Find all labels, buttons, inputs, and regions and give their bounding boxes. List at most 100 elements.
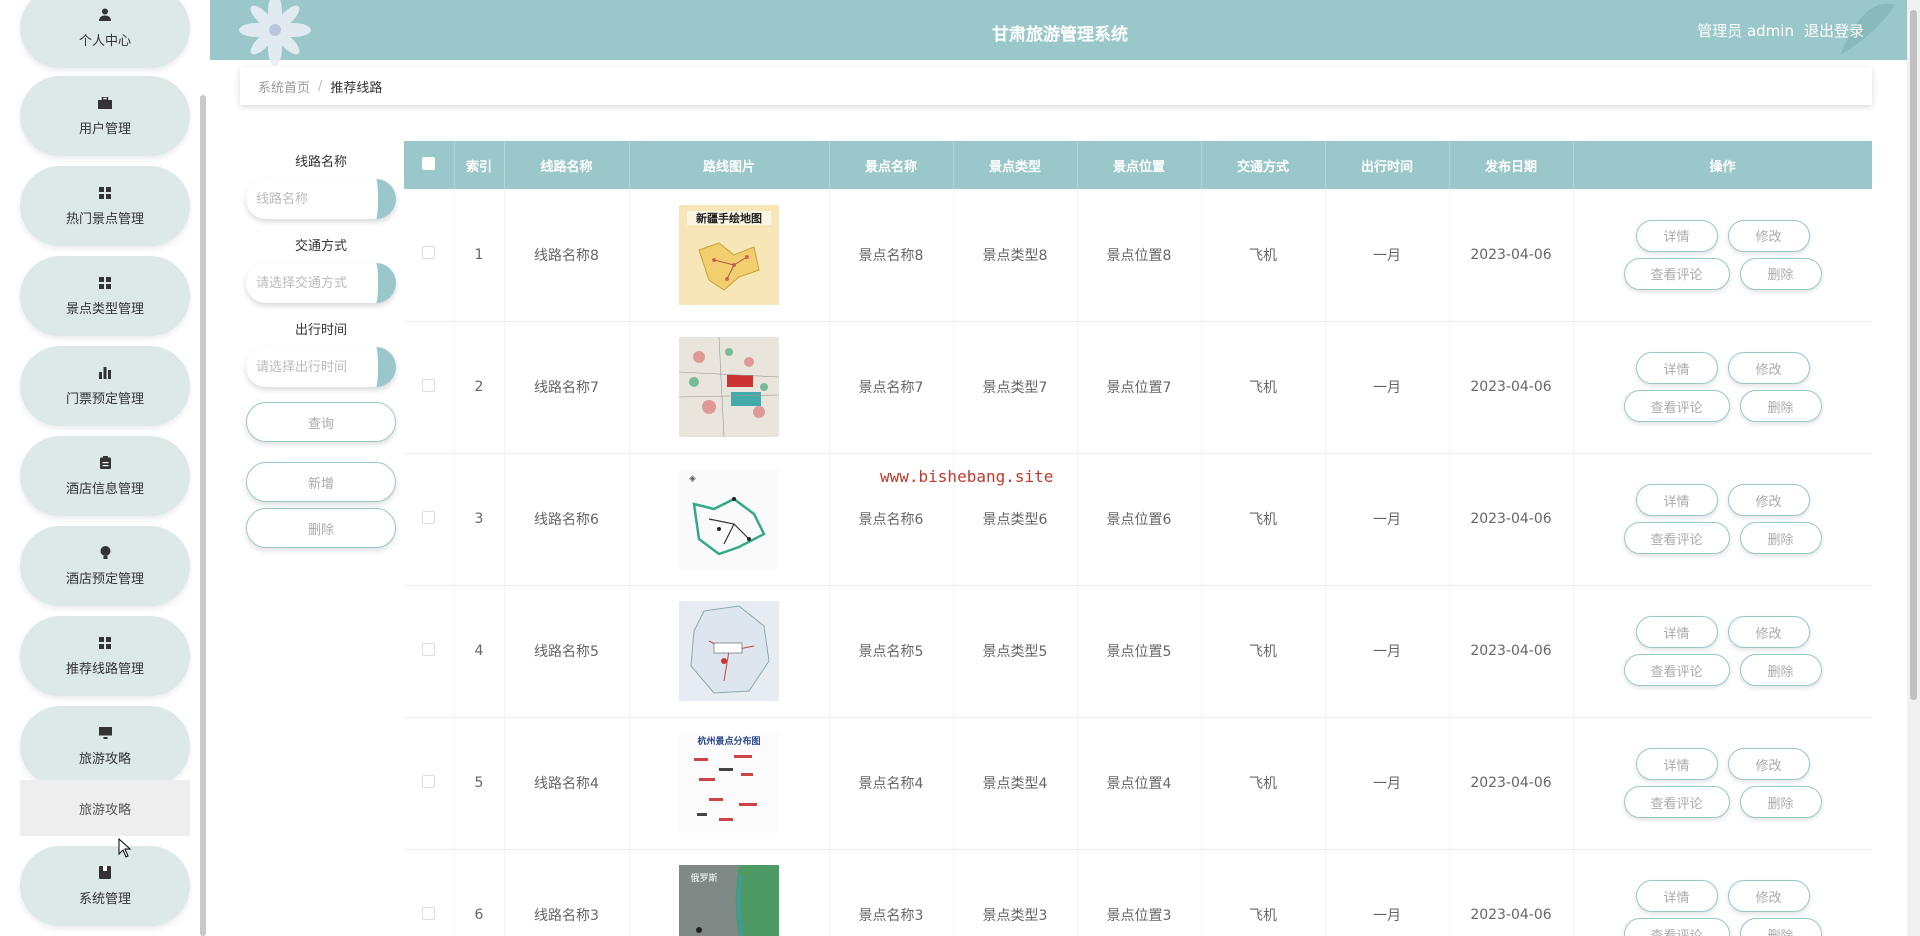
query-button[interactable]: 查询 <box>246 402 396 442</box>
edit-button[interactable]: 修改 <box>1727 352 1810 384</box>
route-map-image[interactable]: ◈ <box>679 469 779 569</box>
view-comments-button[interactable]: 查看评论 <box>1623 918 1730 936</box>
route-name-field[interactable] <box>246 179 396 219</box>
cell-spot-location: 景点位置4 <box>1077 717 1202 849</box>
route-map-image[interactable]: 俄罗斯 <box>679 865 779 936</box>
edit-button[interactable]: 修改 <box>1727 484 1810 516</box>
cell-spot-name: 景点名称3 <box>829 849 954 936</box>
route-map-image[interactable] <box>679 337 779 437</box>
briefcase-icon <box>98 96 112 110</box>
sidebar-subitem-travel-guide[interactable]: 旅游攻略 <box>20 780 190 836</box>
row-delete-button[interactable]: 删除 <box>1739 654 1822 686</box>
logout-link[interactable]: 退出登录 <box>1804 22 1864 40</box>
time-input[interactable] <box>256 359 376 375</box>
route-map-image[interactable] <box>679 601 779 701</box>
header-spot-name[interactable]: 景点名称 <box>829 141 954 189</box>
page-scrollbar-thumb[interactable] <box>1910 10 1917 700</box>
cell-route-image <box>629 585 830 717</box>
cell-spot-name: 景点名称7 <box>829 321 954 453</box>
cell-route-name: 线路名称4 <box>504 717 630 849</box>
header-publish-date[interactable]: 发布日期 <box>1449 141 1574 189</box>
view-comments-button[interactable]: 查看评论 <box>1623 786 1730 818</box>
cell-actions: 详情 修改 查看评论 删除 <box>1573 849 1872 936</box>
cell-route-image <box>629 321 830 453</box>
row-select-cell <box>404 321 455 453</box>
sidebar-item-system-management[interactable]: 系统管理 <box>20 846 190 926</box>
view-comments-button[interactable]: 查看评论 <box>1623 390 1730 422</box>
detail-button[interactable]: 详情 <box>1635 616 1718 648</box>
view-comments-button[interactable]: 查看评论 <box>1623 522 1730 554</box>
header-transport[interactable]: 交通方式 <box>1201 141 1326 189</box>
edit-button[interactable]: 修改 <box>1727 219 1810 252</box>
row-delete-button[interactable]: 删除 <box>1739 786 1822 818</box>
cell-travel-time: 一月 <box>1325 717 1450 849</box>
time-select[interactable] <box>246 347 396 387</box>
sidebar-item-label: 景点类型管理 <box>65 301 144 317</box>
sidebar-item-label: 门票预定管理 <box>65 391 144 407</box>
sidebar: 个人中心 用户管理 热门景点管理 景点类型管理 门票预定管理 酒店信息管理 酒店… <box>0 0 210 936</box>
header-index[interactable]: 索引 <box>454 141 505 189</box>
page-scrollbar[interactable] <box>1907 0 1920 936</box>
breadcrumb-home[interactable]: 系统首页 <box>258 77 310 96</box>
route-map-image[interactable]: 杭州景点分布图 <box>679 733 779 833</box>
header-route-image[interactable]: 路线图片 <box>629 141 830 189</box>
view-comments-button[interactable]: 查看评论 <box>1623 654 1730 686</box>
cell-transport: 飞机 <box>1201 717 1326 849</box>
transport-select[interactable] <box>246 263 396 303</box>
cell-route-name: 线路名称8 <box>504 189 630 321</box>
breadcrumb: 系统首页 / 推荐线路 <box>240 67 1872 105</box>
sidebar-item-travel-guide[interactable]: 旅游攻略 <box>20 706 190 786</box>
header-travel-time[interactable]: 出行时间 <box>1325 141 1450 189</box>
table-row: 1 线路名称8 新疆手绘地图 景点名称8 景点类型8 景点位置8 飞机 一月 2… <box>404 189 1872 321</box>
select-all-checkbox[interactable] <box>422 156 436 170</box>
sidebar-item-ticket-booking[interactable]: 门票预定管理 <box>20 346 190 426</box>
detail-button[interactable]: 详情 <box>1635 748 1718 780</box>
delete-button[interactable]: 删除 <box>246 508 396 548</box>
row-select-cell <box>404 849 455 936</box>
cell-transport: 飞机 <box>1201 585 1326 717</box>
detail-button[interactable]: 详情 <box>1635 880 1718 912</box>
detail-button[interactable]: 详情 <box>1635 484 1718 516</box>
row-checkbox[interactable] <box>422 642 436 656</box>
user-area: 管理员 admin 退出登录 <box>1687 20 1864 41</box>
transport-input[interactable] <box>256 275 376 291</box>
sidebar-scrollbar[interactable] <box>200 95 206 936</box>
route-map-image[interactable]: 新疆手绘地图 <box>679 204 779 305</box>
row-select-cell <box>404 717 455 849</box>
row-delete-button[interactable]: 删除 <box>1739 918 1822 936</box>
breadcrumb-current: 推荐线路 <box>330 80 383 96</box>
row-delete-button[interactable]: 删除 <box>1739 522 1822 554</box>
sidebar-item-personal-center[interactable]: 个人中心 <box>20 0 190 68</box>
row-checkbox[interactable] <box>422 246 436 260</box>
sidebar-item-label: 系统管理 <box>78 891 131 907</box>
detail-button[interactable]: 详情 <box>1635 219 1718 252</box>
cell-travel-time: 一月 <box>1325 453 1450 585</box>
cell-actions: 详情 修改 查看评论 删除 <box>1573 189 1872 321</box>
row-checkbox[interactable] <box>422 774 436 788</box>
header-spot-location[interactable]: 景点位置 <box>1077 141 1202 189</box>
row-checkbox[interactable] <box>422 378 436 392</box>
add-button[interactable]: 新增 <box>246 462 396 502</box>
header-route-name[interactable]: 线路名称 <box>504 141 630 189</box>
detail-button[interactable]: 详情 <box>1635 352 1718 384</box>
cell-actions: 详情 修改 查看评论 删除 <box>1573 453 1872 585</box>
edit-button[interactable]: 修改 <box>1727 880 1810 912</box>
cell-spot-name: 景点名称8 <box>829 189 954 321</box>
header-spot-type[interactable]: 景点类型 <box>953 141 1078 189</box>
row-checkbox[interactable] <box>422 906 436 920</box>
edit-button[interactable]: 修改 <box>1727 748 1810 780</box>
row-checkbox[interactable] <box>422 510 436 524</box>
cell-index: 5 <box>454 717 505 849</box>
route-name-input[interactable] <box>256 191 376 207</box>
admin-label: 管理员 admin <box>1697 22 1794 40</box>
sidebar-item-hotel-booking[interactable]: 酒店预定管理 <box>20 526 190 606</box>
edit-button[interactable]: 修改 <box>1727 616 1810 648</box>
sidebar-item-user-management[interactable]: 用户管理 <box>20 76 190 156</box>
sidebar-item-spot-types[interactable]: 景点类型管理 <box>20 256 190 336</box>
row-delete-button[interactable]: 删除 <box>1739 390 1822 422</box>
sidebar-item-hotel-info[interactable]: 酒店信息管理 <box>20 436 190 516</box>
row-delete-button[interactable]: 删除 <box>1739 257 1822 290</box>
sidebar-item-route-management[interactable]: 推荐线路管理 <box>20 616 190 696</box>
sidebar-item-hot-spots[interactable]: 热门景点管理 <box>20 166 190 246</box>
view-comments-button[interactable]: 查看评论 <box>1623 257 1730 290</box>
